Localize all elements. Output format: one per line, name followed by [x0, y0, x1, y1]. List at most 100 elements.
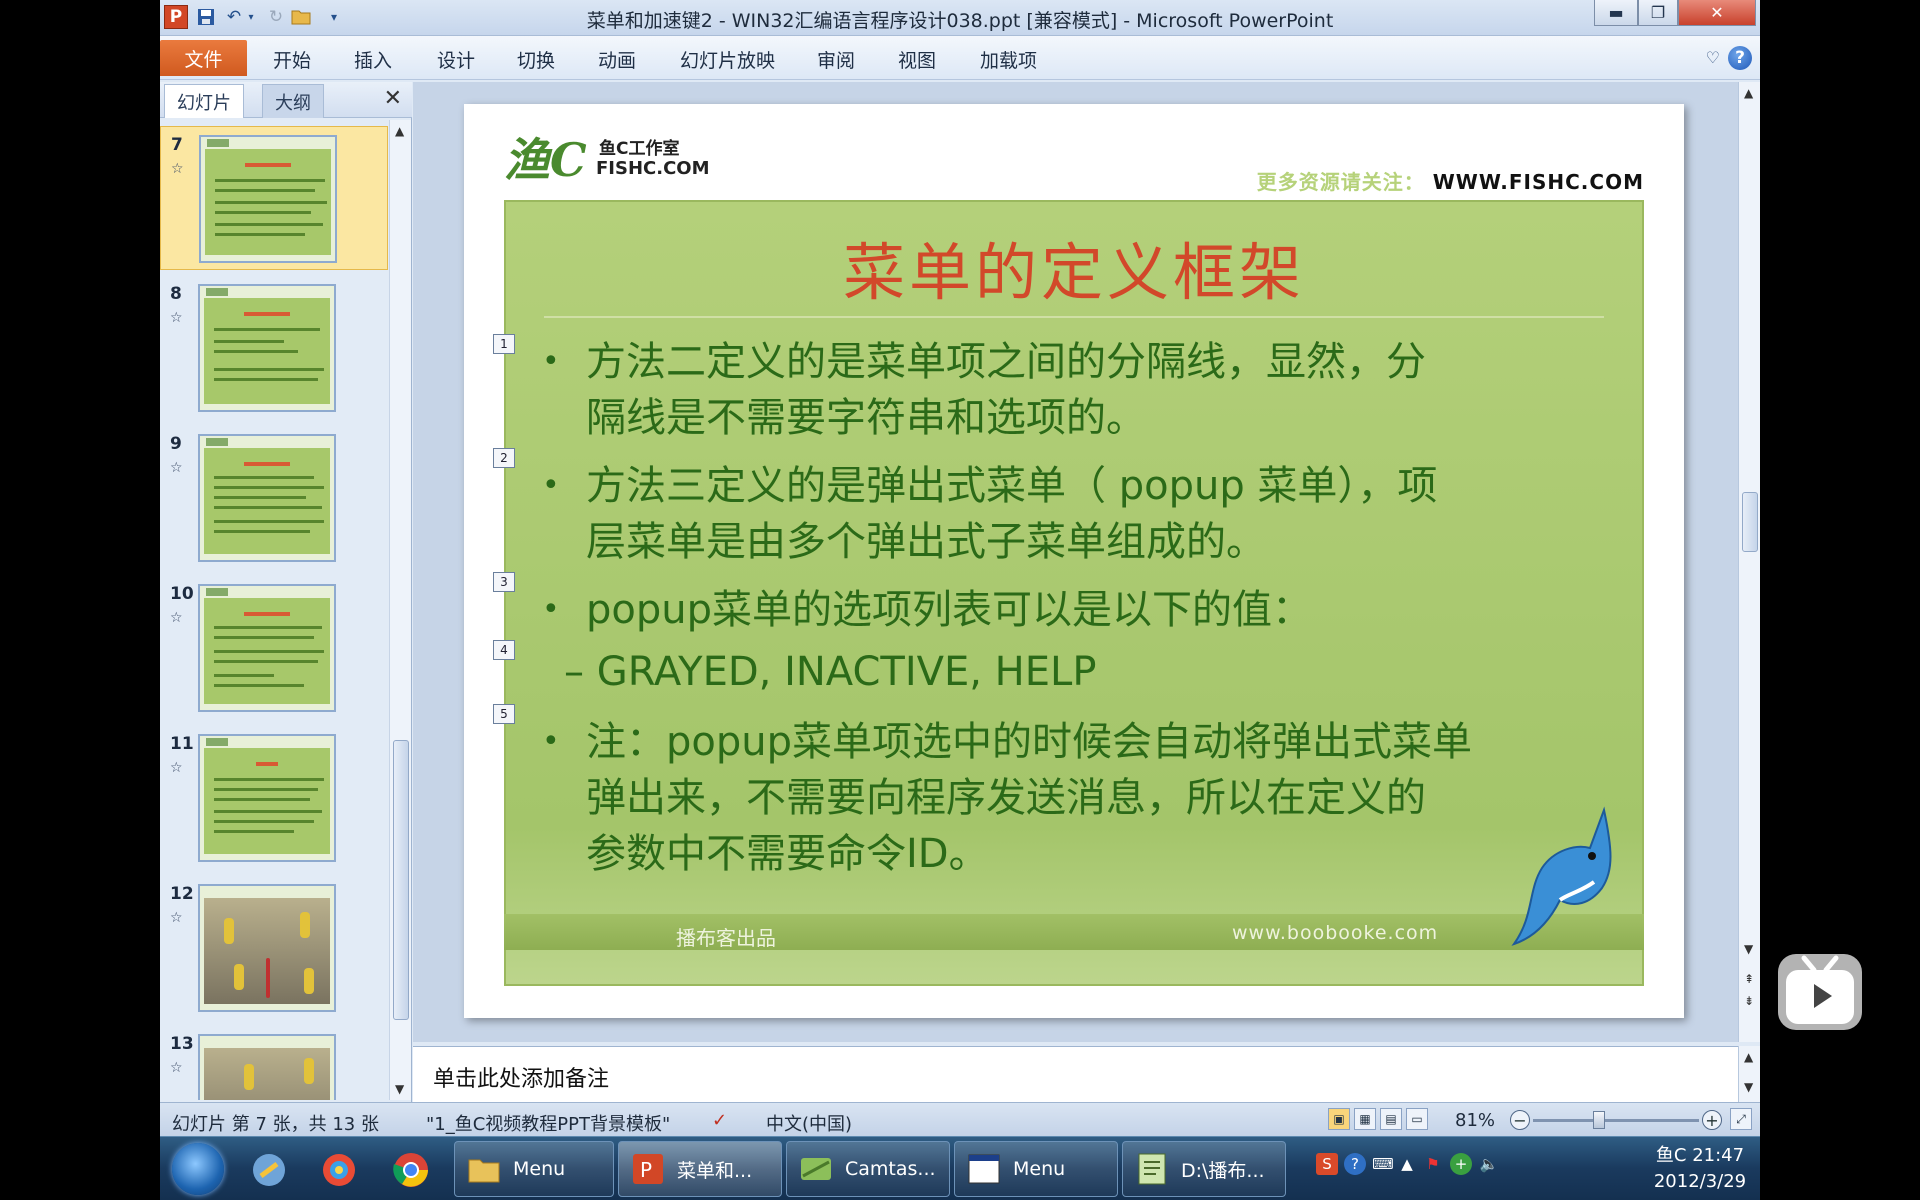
slide-thumbnail-9[interactable]: 9 ☆ — [160, 426, 388, 570]
taskbar-item-explorer[interactable]: Menu — [454, 1141, 614, 1197]
chrome-icon[interactable] — [382, 1143, 440, 1197]
tab-view[interactable]: 视图 — [898, 46, 936, 73]
zoom-level[interactable]: 81% — [1455, 1110, 1495, 1131]
zoom-out-icon[interactable]: − — [1510, 1110, 1530, 1130]
scroll-up-icon[interactable]: ▲ — [1744, 1050, 1753, 1064]
zoom-slider-handle[interactable] — [1593, 1111, 1605, 1129]
slide-number: 13 — [170, 1034, 194, 1054]
slide-thumbnail-8[interactable]: 8 ☆ — [160, 276, 388, 420]
folder-icon — [468, 1159, 500, 1183]
tab-home[interactable]: 开始 — [273, 46, 311, 73]
animation-star-icon: ☆ — [170, 310, 183, 326]
previous-slide-icon[interactable]: ⇞ — [1744, 972, 1754, 986]
taskbar-item-label: Camtas... — [845, 1158, 936, 1180]
thumbnails-scrollbar[interactable]: ▲ ▼ — [389, 120, 411, 1100]
tab-review[interactable]: 审阅 — [817, 46, 855, 73]
taskbar-item-powerpoint[interactable]: P 菜单和... — [618, 1141, 782, 1197]
notes-pane[interactable]: 单击此处添加备注 — [413, 1046, 1738, 1102]
next-slide-icon[interactable]: ⇟ — [1744, 994, 1754, 1008]
close-pane-icon[interactable]: ✕ — [384, 86, 402, 111]
thumbnail-image — [198, 284, 336, 412]
tab-slides[interactable]: 幻灯片 — [164, 84, 244, 118]
thumbnail-image — [198, 734, 336, 862]
spellcheck-icon[interactable]: ✓ — [712, 1110, 727, 1131]
tab-animations[interactable]: 动画 — [598, 46, 636, 73]
fit-to-window-icon[interactable]: ⤢ — [1730, 1108, 1752, 1130]
close-button[interactable]: ✕ — [1678, 0, 1756, 26]
media-player-icon[interactable] — [310, 1143, 368, 1197]
network-tray-icon[interactable]: ⌨ — [1372, 1153, 1394, 1175]
reading-view-button[interactable]: ▤ — [1380, 1108, 1402, 1130]
normal-view-button[interactable]: ▣ — [1328, 1108, 1350, 1130]
sogou-ime-icon[interactable]: S — [1316, 1153, 1338, 1175]
taskbar-item-menu-window[interactable]: Menu — [954, 1141, 1118, 1197]
show-hidden-icons[interactable]: ▲ — [1396, 1153, 1418, 1175]
video-play-overlay-icon[interactable] — [1778, 954, 1862, 1030]
bullet-text: – GRAYED, INACTIVE, HELP — [564, 649, 1097, 695]
tab-insert[interactable]: 插入 — [354, 46, 392, 73]
security-tray-icon[interactable]: + — [1450, 1153, 1472, 1175]
help-tray-icon[interactable]: ? — [1344, 1153, 1366, 1175]
scroll-up-icon[interactable]: ▲ — [395, 124, 404, 138]
scrollbar-thumb[interactable] — [393, 740, 409, 1020]
slide-number: 11 — [170, 734, 194, 754]
taskbar-item-camtasia[interactable]: Camtas... — [786, 1141, 950, 1197]
tab-slideshow[interactable]: 幻灯片放映 — [680, 46, 775, 73]
scroll-down-icon[interactable]: ▼ — [1744, 1080, 1753, 1094]
slide-thumbnail-7[interactable]: 7 ☆ — [160, 126, 388, 270]
animation-marker[interactable]: 3 — [493, 572, 515, 592]
animation-marker[interactable]: 5 — [493, 704, 515, 724]
slideshow-view-button[interactable]: ▭ — [1406, 1108, 1428, 1130]
slide-sorter-view-button[interactable]: ▦ — [1354, 1108, 1376, 1130]
powerpoint-window: P ↶ ▾ ↻ ▾ 菜单和加速键2 - WIN32汇编语言程序设计038.ppt… — [160, 0, 1760, 1200]
windows-taskbar: Menu P 菜单和... Camtas... Menu D:\播布... S … — [160, 1136, 1760, 1200]
bullet-dot: • — [542, 344, 560, 379]
volume-icon[interactable]: 🔈 — [1478, 1153, 1500, 1175]
slide-scrollbar[interactable]: ▲ ▼ ⇞ ⇟ — [1738, 82, 1760, 1042]
current-slide[interactable]: 渔C 鱼C工作室 FISHC.COM 更多资源请关注： WWW.FISHC.COM… — [464, 104, 1684, 1018]
thumbnail-image — [199, 135, 337, 263]
taskbar-item-label: Menu — [1013, 1158, 1066, 1180]
slide-thumbnail-10[interactable]: 10 ☆ — [160, 576, 388, 720]
minimize-button[interactable]: ▬ — [1594, 0, 1638, 26]
scroll-down-icon[interactable]: ▼ — [1744, 942, 1753, 956]
system-clock[interactable]: 鱼C 21:47 2012/3/29 — [1650, 1143, 1750, 1195]
animation-marker[interactable]: 4 — [493, 640, 515, 660]
pane-tabs: 幻灯片 大纲 ✕ — [160, 82, 412, 118]
language-status[interactable]: 中文(中国) — [766, 1110, 852, 1136]
tab-outline[interactable]: 大纲 — [262, 84, 324, 118]
camtasia-icon — [801, 1158, 831, 1180]
tab-design[interactable]: 设计 — [437, 46, 475, 73]
tab-transitions[interactable]: 切换 — [517, 46, 555, 73]
animation-star-icon: ☆ — [170, 910, 183, 926]
action-center-icon[interactable]: ⚑ — [1422, 1153, 1444, 1175]
help-icon[interactable]: ? — [1728, 46, 1752, 70]
slide-thumbnail-12[interactable]: 12 ☆ — [160, 876, 388, 1020]
notes-placeholder[interactable]: 单击此处添加备注 — [433, 1061, 609, 1093]
animation-star-icon: ☆ — [171, 161, 184, 177]
maximize-button[interactable]: ❐ — [1638, 0, 1678, 26]
animation-marker[interactable]: 1 — [493, 334, 515, 354]
scrollbar-thumb[interactable] — [1742, 492, 1758, 552]
animation-star-icon: ☆ — [170, 460, 183, 476]
pinned-app-icon[interactable] — [240, 1143, 298, 1197]
title-underline — [544, 316, 1604, 318]
animation-marker[interactable]: 2 — [493, 448, 515, 468]
start-button[interactable] — [172, 1143, 224, 1195]
theme-status[interactable]: "1_鱼C视频教程PPT背景模板" — [426, 1110, 670, 1136]
slide-thumbnail-11[interactable]: 11 ☆ — [160, 726, 388, 870]
tab-addins[interactable]: 加载项 — [980, 46, 1037, 73]
scroll-down-icon[interactable]: ▼ — [395, 1082, 404, 1096]
slide-title[interactable]: 菜单的定义框架 — [504, 222, 1644, 312]
scroll-up-icon[interactable]: ▲ — [1744, 86, 1753, 100]
taskbar-item-label: 菜单和... — [677, 1159, 753, 1182]
slide-number: 9 — [170, 434, 182, 454]
slide-thumbnail-13[interactable]: 13 ☆ — [160, 1026, 388, 1100]
ribbon-minimize-icon[interactable]: ♡ — [1706, 48, 1720, 67]
zoom-in-icon[interactable]: + — [1702, 1110, 1722, 1130]
taskbar-item-notepad[interactable]: D:\播布... — [1122, 1141, 1286, 1197]
tab-file[interactable]: 文件 — [160, 40, 247, 76]
zoom-slider[interactable] — [1533, 1119, 1699, 1122]
notes-scrollbar[interactable]: ▲ ▼ — [1738, 1046, 1760, 1102]
animation-star-icon: ☆ — [170, 610, 183, 626]
